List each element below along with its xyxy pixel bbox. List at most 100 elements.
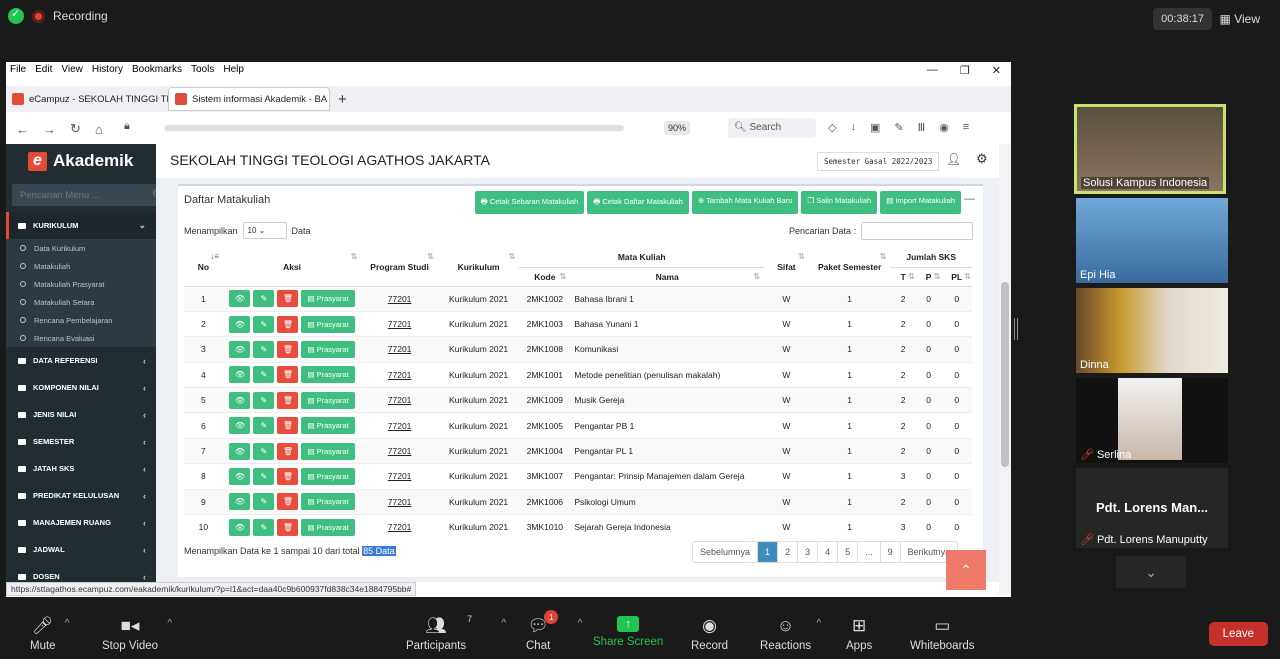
sidebar-item-dosen[interactable]: DOSEN ‹ xyxy=(6,563,156,582)
delete-icon[interactable]: 🗑︎ xyxy=(277,290,299,308)
prasyarat-button[interactable]: ▤ Prasyarat xyxy=(301,442,355,460)
caret-up-icon[interactable]: ^ xyxy=(501,618,506,629)
tab-ecampuz[interactable]: eCampuz - SEKOLAH TINGGI TE ✕ xyxy=(6,87,168,111)
edit-icon[interactable]: ✎ xyxy=(253,467,275,485)
edit-icon[interactable]: ✎ xyxy=(253,417,275,435)
mute-button[interactable]: 🎤︎ Mute ^ xyxy=(30,616,70,652)
sidebar-item-predikat-kelulusan[interactable]: PREDIKAT KELULUSAN ‹ xyxy=(6,482,156,509)
edit-icon[interactable]: ✎ xyxy=(253,493,275,511)
import-matakuliah-button[interactable]: ▤ Import Matakuliah xyxy=(880,191,961,214)
page-1[interactable]: 1 xyxy=(758,542,779,562)
page-9[interactable]: 9 xyxy=(881,542,901,562)
edit-icon[interactable]: ✎ xyxy=(253,391,275,409)
new-tab-icon[interactable]: + xyxy=(338,91,347,108)
extension-icon[interactable]: ▣ xyxy=(870,121,880,134)
browser-search-box[interactable]: 🔍︎ Search xyxy=(728,118,816,138)
video-tile-dinna[interactable]: Dinna xyxy=(1076,288,1228,373)
page-3[interactable]: 3 xyxy=(798,542,819,562)
restore-icon[interactable]: ❐ xyxy=(960,64,970,77)
col-kode[interactable]: Kode ⇅ xyxy=(519,267,571,287)
semester-badge[interactable]: Semester Gasal 2022/2023 xyxy=(817,152,940,171)
user-icon[interactable]: 👤︎ xyxy=(946,152,961,166)
minimize-icon[interactable]: — xyxy=(927,64,938,77)
delete-icon[interactable]: 🗑︎ xyxy=(277,518,299,536)
stop-video-button[interactable]: ■◂ Stop Video ^ xyxy=(102,616,172,652)
cell-prodi[interactable]: 77201 xyxy=(361,488,438,515)
sidebar-item-jatah-sks[interactable]: JATAH SKS ‹ xyxy=(6,455,156,482)
col-p[interactable]: P ⇅ xyxy=(915,267,942,287)
col-kurikulum[interactable]: Kurikulum ⇅ xyxy=(437,248,520,287)
zoom-level[interactable]: 90% xyxy=(664,121,691,135)
view-button[interactable]: ▦ View xyxy=(1214,8,1266,30)
caret-up-icon[interactable]: ^ xyxy=(578,618,583,629)
delete-icon[interactable]: 🗑︎ xyxy=(277,391,299,409)
sidebar-subitem-matakuliah-prasyarat[interactable]: Matakuliah Prasyarat xyxy=(6,275,156,293)
delete-icon[interactable]: 🗑︎ xyxy=(277,315,299,333)
prasyarat-button[interactable]: ▤ Prasyarat xyxy=(301,417,355,435)
cell-prodi[interactable]: 77201 xyxy=(361,361,438,388)
cell-prodi[interactable]: 77201 xyxy=(361,336,438,363)
edit-icon[interactable]: ✎ xyxy=(253,518,275,536)
home-icon[interactable]: ⌂ xyxy=(95,122,103,137)
col-no[interactable]: No ↓≡ xyxy=(184,248,223,287)
edit-icon[interactable]: ✎ xyxy=(253,442,275,460)
back-icon[interactable]: ← xyxy=(16,122,29,137)
prasyarat-button[interactable]: ▤ Prasyarat xyxy=(301,391,355,409)
sidebar-subitem-rencana-pembelajaran[interactable]: Rencana Pembelajaran xyxy=(6,311,156,329)
view-icon[interactable]: 👁︎ xyxy=(229,417,251,435)
sidebar-item-manajemen-ruang[interactable]: MANAJEMEN RUANG ‹ xyxy=(6,509,156,536)
forward-icon[interactable]: → xyxy=(43,122,56,137)
reload-icon[interactable]: ↻ xyxy=(70,121,81,137)
delete-icon[interactable]: 🗑︎ xyxy=(277,442,299,460)
page-previous[interactable]: Sebelumnya xyxy=(693,542,759,562)
sidebar-item-jenis-nilai[interactable]: JENIS NILAI ‹ xyxy=(6,401,156,428)
view-icon[interactable]: 👁︎ xyxy=(229,493,251,511)
cell-prodi[interactable]: 77201 xyxy=(361,310,438,337)
collapse-icon[interactable]: — xyxy=(964,193,975,205)
prasyarat-button[interactable]: ▤ Prasyarat xyxy=(301,467,355,485)
edit-icon[interactable]: ✎ xyxy=(253,366,275,384)
edit-icon[interactable]: ✎ xyxy=(253,340,275,358)
sidebar-item-semester[interactable]: SEMESTER ‹ xyxy=(6,428,156,455)
pocket-icon[interactable]: ◇ xyxy=(828,121,836,134)
cell-prodi[interactable]: 77201 xyxy=(361,463,438,490)
sidebar-item-jadwal[interactable]: JADWAL ‹ xyxy=(6,536,156,563)
length-select[interactable]: 10 ⌄ xyxy=(242,222,287,239)
panel-resize-handle[interactable] xyxy=(1014,318,1018,340)
sidebar-subitem-data-kurikulum[interactable]: Data Kurikulum xyxy=(6,239,156,257)
edit-icon[interactable]: ✎ xyxy=(253,315,275,333)
page-scrollbar[interactable] xyxy=(999,144,1011,595)
col-nama[interactable]: Nama ⇅ xyxy=(570,267,764,287)
page-2[interactable]: 2 xyxy=(778,542,799,562)
delete-icon[interactable]: 🗑︎ xyxy=(277,340,299,358)
share-screen-button[interactable]: ↑ Share Screen xyxy=(593,616,663,648)
prasyarat-button[interactable]: ▤ Prasyarat xyxy=(301,493,355,511)
video-tile-lorens[interactable]: Pdt. Lorens Man... 🎤︎ Pdt. Lorens Manuputt… xyxy=(1076,468,1228,548)
view-icon[interactable]: 👁︎ xyxy=(229,391,251,409)
cell-prodi[interactable]: 77201 xyxy=(361,387,438,413)
hamburger-menu-icon[interactable]: ≡ xyxy=(963,121,969,134)
delete-icon[interactable]: 🗑︎ xyxy=(277,493,299,511)
account-icon[interactable]: ◉ xyxy=(939,121,949,134)
record-button[interactable]: ◉ Record xyxy=(691,616,728,652)
menu-help[interactable]: Help xyxy=(223,64,244,75)
app-logo[interactable]: e Akademik xyxy=(6,144,156,178)
menu-search-input[interactable] xyxy=(12,184,152,206)
view-icon[interactable]: 👁︎ xyxy=(229,366,251,384)
prasyarat-button[interactable]: ▤ Prasyarat xyxy=(301,518,355,536)
cetak-sebaran-button[interactable]: 🖶︎ Cetak Sebaran Matakuliah xyxy=(474,191,585,214)
cell-prodi[interactable]: 77201 xyxy=(361,285,438,312)
prasyarat-button[interactable]: ▤ Prasyarat xyxy=(301,315,355,333)
chat-button[interactable]: 💬︎ 1 Chat ^ xyxy=(526,610,582,652)
view-icon[interactable]: 👁︎ xyxy=(229,290,251,308)
view-icon[interactable]: 👁︎ xyxy=(229,315,251,333)
col-aksi[interactable]: Aksi ⇅ xyxy=(222,248,362,287)
leave-button[interactable]: Leave xyxy=(1208,622,1268,646)
search-icon[interactable]: 🔍︎ xyxy=(152,184,156,206)
col-pl[interactable]: PL ⇅ xyxy=(941,267,972,287)
pen-icon[interactable]: ✎ xyxy=(894,121,903,134)
salin-matakuliah-button[interactable]: ❐ Salin Matakuliah xyxy=(801,191,878,214)
col-paket[interactable]: Paket Semester ⇅ xyxy=(808,248,891,287)
menu-view[interactable]: View xyxy=(61,64,83,75)
edit-icon[interactable]: ✎ xyxy=(253,290,275,308)
